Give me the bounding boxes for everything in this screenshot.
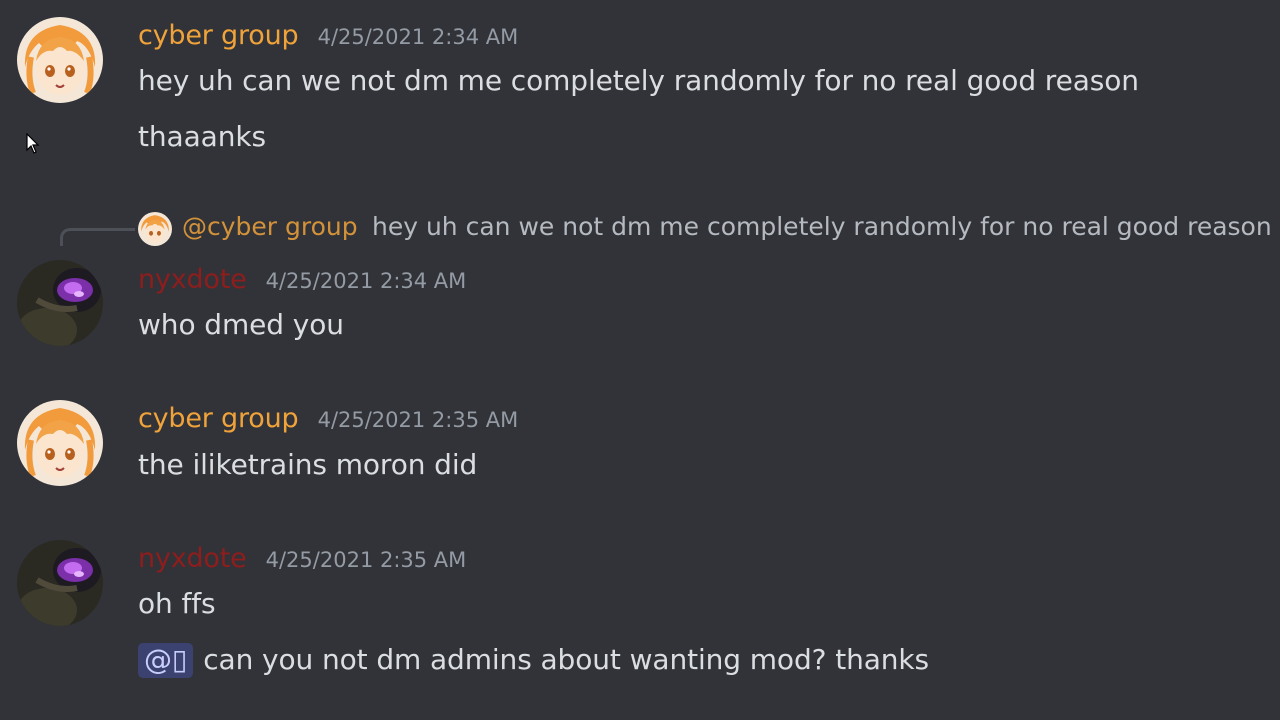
user-avatar-cyber-group[interactable] <box>17 400 103 486</box>
mouse-cursor-icon <box>26 132 40 159</box>
message-text: hey uh can we not dm me completely rando… <box>138 64 1139 97</box>
username[interactable]: cyber group <box>138 20 299 51</box>
timestamp[interactable]: 4/25/2021 2:35 AM <box>318 408 519 432</box>
message-header: nyxdote 4/25/2021 2:35 AM <box>138 543 466 574</box>
timestamp[interactable]: 4/25/2021 2:35 AM <box>266 548 467 572</box>
chat-message-list: cyber group 4/25/2021 2:34 AM hey uh can… <box>0 0 1280 720</box>
message-header: nyxdote 4/25/2021 2:34 AM <box>138 264 466 295</box>
reply-connector <box>60 228 135 246</box>
message-header: cyber group 4/25/2021 2:35 AM <box>138 403 518 434</box>
username[interactable]: nyxdote <box>138 264 247 295</box>
user-avatar-nyxdote[interactable] <box>17 540 103 626</box>
timestamp[interactable]: 4/25/2021 2:34 AM <box>318 25 519 49</box>
mention-line-text: can you not dm admins about wanting mod?… <box>203 643 930 676</box>
reply-text[interactable]: hey uh can we not dm me completely rando… <box>372 212 1272 241</box>
username[interactable]: cyber group <box>138 403 299 434</box>
message-header: cyber group 4/25/2021 2:34 AM <box>138 20 518 51</box>
reply-avatar <box>138 212 172 246</box>
username[interactable]: nyxdote <box>138 543 247 574</box>
message-text: oh ffs <box>138 587 216 620</box>
anime-avatar-icon <box>17 17 103 103</box>
message-text: @▯ can you not dm admins about wanting mo… <box>138 643 929 678</box>
dark-avatar-icon <box>17 540 103 626</box>
message-text: the iliketrains moron did <box>138 448 478 481</box>
anime-avatar-icon <box>138 212 172 246</box>
timestamp[interactable]: 4/25/2021 2:34 AM <box>266 269 467 293</box>
reply-preview[interactable]: @cyber group hey uh can we not dm me com… <box>60 212 1280 246</box>
dark-avatar-icon <box>17 260 103 346</box>
user-mention[interactable]: @▯ <box>138 643 194 678</box>
reply-username[interactable]: @cyber group <box>182 212 358 241</box>
user-avatar-cyber-group[interactable] <box>17 17 103 103</box>
message-text: who dmed you <box>138 308 344 341</box>
user-avatar-nyxdote[interactable] <box>17 260 103 346</box>
message-text: thaaanks <box>138 120 266 153</box>
anime-avatar-icon <box>17 400 103 486</box>
